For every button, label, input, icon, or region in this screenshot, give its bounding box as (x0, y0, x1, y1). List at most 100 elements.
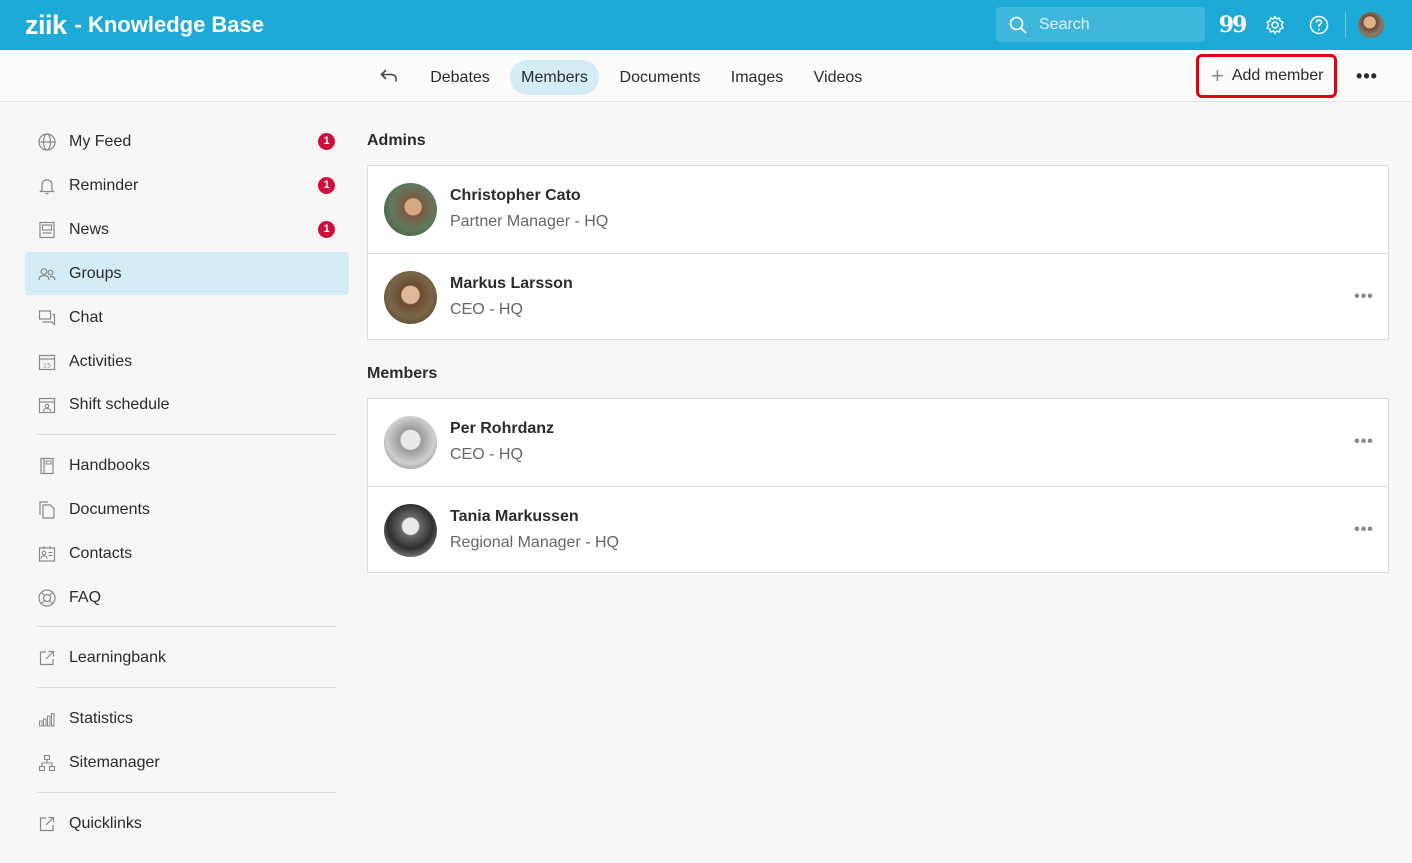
ziik-logo: ziik (25, 9, 67, 40)
back-arrow-icon[interactable] (376, 63, 402, 89)
sidebar-item-label: Reminder (69, 176, 139, 194)
sidebar-item-label: Activities (69, 352, 133, 370)
sidebar-item-label: Sitemanager (69, 753, 160, 771)
sidebar-item-reminder[interactable]: Reminder 1 (25, 164, 349, 207)
gear-icon[interactable] (1262, 12, 1288, 38)
member-role: Regional Manager - HQ (450, 534, 619, 551)
row-more-icon[interactable]: ••• (1353, 432, 1375, 452)
tab-members[interactable]: Members (510, 60, 599, 95)
add-member-label: Add member (1231, 67, 1324, 84)
sidebar-item-my-feed[interactable]: My Feed 1 (25, 120, 349, 163)
sidebar-item-label: Handbooks (69, 456, 150, 474)
sidebar-item-faq[interactable]: FAQ (25, 576, 349, 619)
avatar[interactable] (384, 271, 437, 324)
book-icon (37, 456, 57, 476)
documents-icon (37, 500, 57, 520)
avatar[interactable] (384, 183, 437, 236)
add-member-button[interactable]: + Add member (1196, 54, 1337, 98)
sidebar-item-shift-schedule[interactable]: Shift schedule (25, 383, 349, 426)
row-more-icon[interactable]: ••• (1353, 520, 1375, 540)
notification-badge: 1 (318, 221, 335, 238)
sidebar: My Feed 1 Reminder 1 News 1 Groups Chat … (0, 102, 360, 863)
member-row[interactable]: Tania Markussen Regional Manager - HQ ••… (368, 486, 1388, 573)
external-link-icon (37, 648, 57, 668)
newspaper-icon (37, 220, 57, 240)
notification-badge: 1 (318, 177, 335, 194)
sidebar-item-learningbank[interactable]: Learningbank (25, 636, 349, 679)
plus-icon: + (1211, 63, 1224, 88)
globe-icon (37, 132, 57, 152)
avatar[interactable] (384, 504, 437, 557)
sidebar-divider (37, 626, 336, 627)
tab-images[interactable]: Images (722, 60, 792, 95)
member-name[interactable]: Markus Larsson (450, 275, 573, 293)
lifebuoy-icon (37, 588, 57, 608)
schedule-icon (37, 395, 57, 415)
member-role: CEO - HQ (450, 301, 523, 318)
contacts-icon (37, 544, 57, 564)
sidebar-divider (37, 792, 336, 793)
sidebar-item-label: News (69, 220, 110, 238)
avatar[interactable] (384, 416, 437, 469)
quote-icon[interactable]: 99 (1219, 12, 1248, 38)
sidebar-item-label: Groups (69, 264, 122, 282)
search-input[interactable] (1039, 15, 1189, 34)
admins-heading: Admins (367, 132, 426, 149)
member-name[interactable]: Per Rohrdanz (450, 420, 554, 438)
sidebar-item-label: Shift schedule (69, 395, 170, 413)
sidebar-item-label: Learningbank (69, 648, 166, 666)
notification-badge: 1 (318, 133, 335, 150)
sidebar-item-handbooks[interactable]: Handbooks (25, 444, 349, 487)
sidebar-item-chat[interactable]: Chat (25, 296, 349, 339)
tab-debates[interactable]: Debates (420, 60, 500, 95)
row-more-icon[interactable]: ••• (1353, 287, 1375, 307)
help-icon[interactable] (1306, 12, 1332, 38)
sidebar-item-label: Quicklinks (69, 814, 142, 832)
members-heading: Members (367, 365, 438, 382)
bell-icon (37, 176, 57, 196)
external-link-icon (37, 814, 57, 834)
sitemap-icon (37, 753, 57, 773)
sidebar-item-activities[interactable]: 15 Activities (25, 340, 349, 383)
top-bar: ziik - Knowledge Base 99 (0, 0, 1412, 50)
more-options-icon[interactable]: ••• (1354, 63, 1380, 89)
bar-chart-icon (37, 709, 57, 729)
sidebar-item-contacts[interactable]: Contacts (25, 532, 349, 575)
member-row[interactable]: Per Rohrdanz CEO - HQ ••• (368, 399, 1388, 486)
sidebar-divider (37, 434, 336, 435)
chat-icon (37, 308, 57, 328)
user-avatar[interactable] (1358, 12, 1384, 38)
sidebar-item-label: Chat (69, 308, 103, 326)
groups-icon (37, 264, 57, 284)
members-list: Per Rohrdanz CEO - HQ ••• Tania Markusse… (367, 398, 1389, 573)
sidebar-item-label: FAQ (69, 588, 102, 606)
sidebar-item-label: Documents (69, 500, 150, 518)
brand[interactable]: ziik - Knowledge Base (25, 9, 264, 41)
member-name[interactable]: Christopher Cato (450, 187, 581, 205)
top-divider (1345, 12, 1346, 38)
app-title: - Knowledge Base (74, 12, 265, 37)
sidebar-item-quicklinks[interactable]: Quicklinks (25, 802, 349, 845)
member-row[interactable]: Markus Larsson CEO - HQ ••• (368, 253, 1388, 340)
sidebar-item-label: Statistics (69, 709, 134, 727)
member-name[interactable]: Tania Markussen (450, 508, 579, 526)
search-box[interactable] (996, 7, 1205, 42)
member-role: CEO - HQ (450, 446, 523, 463)
sidebar-item-documents[interactable]: Documents (25, 488, 349, 531)
sidebar-item-label: Contacts (69, 544, 133, 562)
tab-documents[interactable]: Documents (610, 60, 710, 95)
sidebar-item-sitemanager[interactable]: Sitemanager (25, 741, 349, 784)
sidebar-item-groups[interactable]: Groups (25, 252, 349, 295)
calendar-icon: 15 (37, 352, 57, 372)
member-role: Partner Manager - HQ (450, 213, 609, 230)
sidebar-item-news[interactable]: News 1 (25, 208, 349, 251)
member-row[interactable]: Christopher Cato Partner Manager - HQ (368, 166, 1388, 253)
svg-text:15: 15 (43, 361, 51, 369)
admins-list: Christopher Cato Partner Manager - HQ Ma… (367, 165, 1389, 340)
tab-videos[interactable]: Videos (804, 60, 872, 95)
group-tabs-bar: Debates Members Documents Images Videos … (0, 50, 1412, 102)
search-icon (1009, 16, 1027, 34)
sidebar-item-label: My Feed (69, 132, 132, 150)
sidebar-item-statistics[interactable]: Statistics (25, 697, 349, 740)
sidebar-divider (37, 687, 336, 688)
